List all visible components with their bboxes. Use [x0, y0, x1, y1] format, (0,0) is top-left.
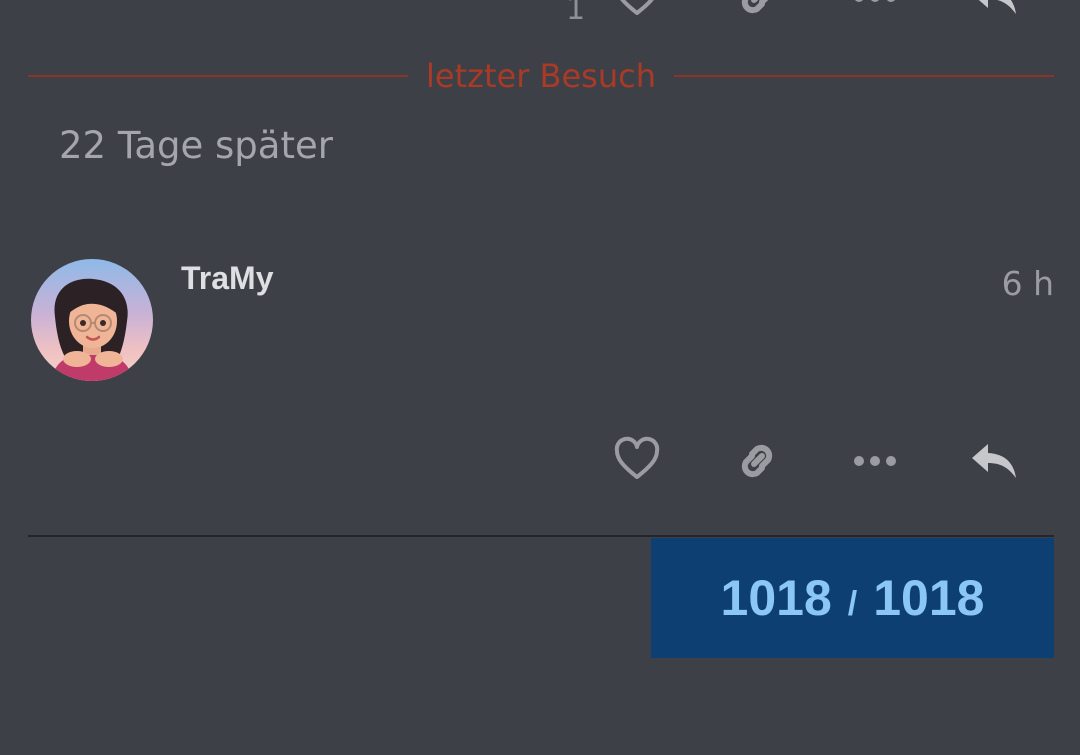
- more-icon[interactable]: [850, 436, 900, 491]
- like-count[interactable]: 1: [566, 0, 585, 27]
- topic-view: 1 letzter Besuch 22 Tage später TraMy 6 …: [0, 0, 1080, 755]
- post-time[interactable]: 6 h: [1002, 264, 1054, 303]
- progress-total: 1018: [873, 570, 985, 626]
- reply-icon[interactable]: [968, 0, 1020, 27]
- progress-separator: /: [847, 584, 858, 623]
- more-icon[interactable]: [850, 0, 900, 27]
- last-visit-divider: letzter Besuch: [28, 56, 1055, 96]
- heart-icon[interactable]: [613, 0, 661, 25]
- previous-post-actions: 1: [0, 0, 1080, 27]
- last-visit-label: letzter Besuch: [426, 57, 656, 95]
- post-bottom-border: [28, 535, 1054, 537]
- post-progress-button[interactable]: 1018 / 1018: [651, 538, 1054, 658]
- heart-icon[interactable]: [613, 436, 661, 489]
- avatar[interactable]: [31, 259, 153, 381]
- time-gap-notice: 22 Tage später: [59, 124, 333, 167]
- divider-line-right: [673, 75, 1055, 77]
- progress-current: 1018: [720, 570, 832, 626]
- link-icon[interactable]: [732, 0, 782, 27]
- link-icon[interactable]: [732, 436, 782, 491]
- reply-icon[interactable]: [968, 436, 1020, 491]
- divider-line-left: [28, 75, 409, 77]
- post-username[interactable]: TraMy: [181, 260, 273, 297]
